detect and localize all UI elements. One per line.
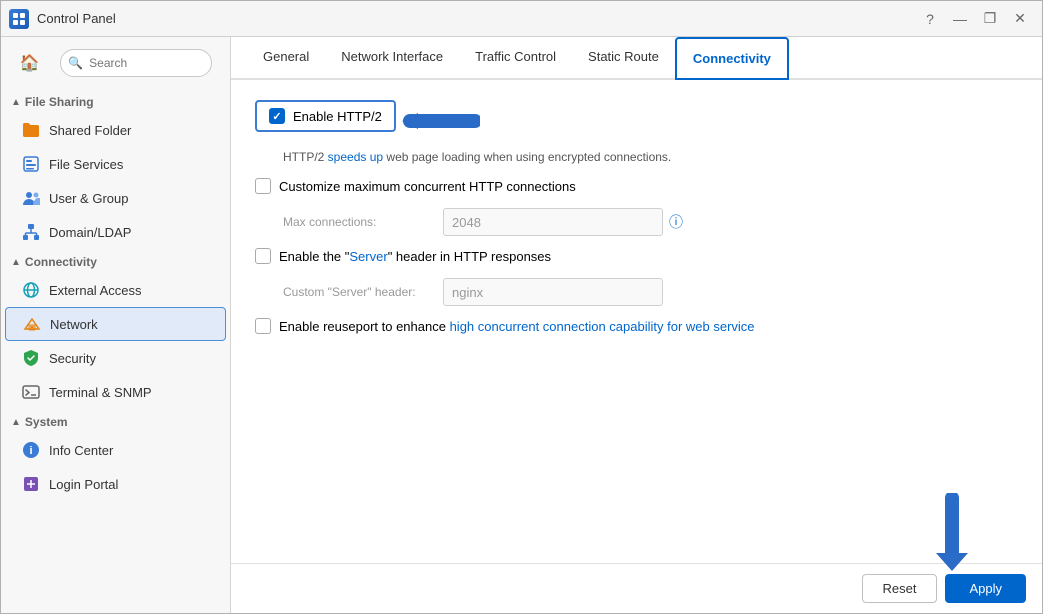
tab-static-route[interactable]: Static Route — [572, 37, 675, 80]
sidebar-item-label: Shared Folder — [49, 123, 131, 138]
server-header-text: Enable the "Server" header in HTTP respo… — [279, 249, 551, 264]
app-icon — [9, 9, 29, 29]
http2-checkbox[interactable] — [269, 108, 285, 124]
footer-container: Reset Apply — [231, 563, 1042, 613]
tab-traffic-control[interactable]: Traffic Control — [459, 37, 572, 80]
tab-bar: General Network Interface Traffic Contro… — [231, 37, 1042, 80]
connectivity-section-header[interactable]: ▲ Connectivity — [1, 249, 230, 273]
sidebar-item-label: Network — [50, 317, 98, 332]
chevron-down-icon: ▲ — [11, 417, 21, 428]
network-icon — [22, 314, 42, 334]
reset-button[interactable]: Reset — [862, 574, 938, 603]
custom-server-label: Custom "Server" header: — [283, 285, 443, 299]
reuseport-label[interactable]: Enable reuseport to enhance high concurr… — [255, 318, 755, 334]
system-label: System — [25, 415, 68, 429]
login-icon — [21, 474, 41, 494]
tab-network-interface[interactable]: Network Interface — [325, 37, 459, 80]
sidebar-item-label: User & Group — [49, 191, 128, 206]
shield-icon — [21, 348, 41, 368]
sidebar-top-row: 🏠 🔍 — [1, 37, 230, 89]
maximize-button[interactable]: ❐ — [976, 7, 1004, 31]
sidebar-item-label: Terminal & SNMP — [49, 385, 152, 400]
reuseport-row: Enable reuseport to enhance high concurr… — [255, 318, 1018, 334]
max-connections-row: Max connections: ⓘ — [255, 208, 1018, 236]
chevron-down-icon: ▲ — [11, 257, 21, 268]
svg-text:i: i — [29, 445, 32, 457]
http2-label: Enable HTTP/2 — [293, 109, 382, 124]
custom-server-input[interactable] — [443, 278, 663, 306]
footer: Reset Apply — [231, 563, 1042, 613]
sidebar-item-label: Info Center — [49, 443, 113, 458]
file-sharing-label: File Sharing — [25, 95, 94, 109]
apply-button[interactable]: Apply — [945, 574, 1026, 603]
max-connections-label: Max connections: — [283, 215, 443, 229]
server-header-row: Enable the "Server" header in HTTP respo… — [255, 248, 1018, 264]
search-box: 🔍 — [60, 49, 212, 77]
info-icon[interactable]: ⓘ — [669, 212, 683, 232]
tab-connectivity[interactable]: Connectivity — [675, 37, 789, 80]
reuseport-checkbox[interactable] — [255, 318, 271, 334]
max-connections-input[interactable] — [443, 208, 663, 236]
content-area: Enable HTTP/2 HTTP/ — [231, 80, 1042, 563]
sidebar-item-label: Login Portal — [49, 477, 118, 492]
sidebar-item-label: Security — [49, 351, 96, 366]
file-sharing-section-header[interactable]: ▲ File Sharing — [1, 89, 230, 113]
sidebar: 🏠 🔍 ▲ File Sharing Shared Folder — [1, 37, 231, 613]
sidebar-item-login-portal[interactable]: Login Portal — [1, 467, 230, 501]
sidebar-item-label: Domain/LDAP — [49, 225, 131, 240]
main-window: Control Panel ? — ❐ ✕ 🏠 🔍 ▲ File Sharing — [0, 0, 1043, 614]
main-content: 🏠 🔍 ▲ File Sharing Shared Folder — [1, 37, 1042, 613]
right-panel: General Network Interface Traffic Contro… — [231, 37, 1042, 613]
users-icon — [21, 188, 41, 208]
server-header-label[interactable]: Enable the "Server" header in HTTP respo… — [255, 248, 551, 264]
minimize-button[interactable]: — — [946, 7, 974, 31]
custom-server-row: Custom "Server" header: — [255, 278, 1018, 306]
sidebar-item-shared-folder[interactable]: Shared Folder — [1, 113, 230, 147]
terminal-icon — [21, 382, 41, 402]
system-section-header[interactable]: ▲ System — [1, 409, 230, 433]
folder-icon — [21, 120, 41, 140]
customize-http-label[interactable]: Customize maximum concurrent HTTP connec… — [255, 178, 576, 194]
customize-http-checkbox[interactable] — [255, 178, 271, 194]
server-header-checkbox[interactable] — [255, 248, 271, 264]
highlight-speeds-up: speeds up — [328, 150, 383, 164]
sidebar-item-external-access[interactable]: External Access — [1, 273, 230, 307]
sidebar-item-info-center[interactable]: i Info Center — [1, 433, 230, 467]
sidebar-item-label: External Access — [49, 283, 142, 298]
enable-http2-checkbox-container[interactable]: Enable HTTP/2 — [255, 100, 396, 132]
home-button[interactable]: 🏠 — [17, 47, 42, 79]
search-icon: 🔍 — [68, 56, 83, 70]
domain-icon — [21, 222, 41, 242]
reuseport-text: Enable reuseport to enhance high concurr… — [279, 319, 755, 334]
sidebar-item-file-services[interactable]: File Services — [1, 147, 230, 181]
sidebar-item-terminal-snmp[interactable]: Terminal & SNMP — [1, 375, 230, 409]
sidebar-item-label: File Services — [49, 157, 123, 172]
sidebar-item-user-group[interactable]: User & Group — [1, 181, 230, 215]
window-title: Control Panel — [37, 11, 916, 26]
globe-icon — [21, 280, 41, 300]
sidebar-item-network[interactable]: Network — [5, 307, 226, 341]
file-services-icon — [21, 154, 41, 174]
chevron-down-icon: ▲ — [11, 97, 21, 108]
http2-description: HTTP/2 speeds up web page loading when u… — [255, 150, 1018, 164]
sidebar-item-domain-ldap[interactable]: Domain/LDAP — [1, 215, 230, 249]
http2-row: Enable HTTP/2 — [255, 100, 1018, 142]
help-button[interactable]: ? — [916, 7, 944, 31]
http2-arrow-annotation — [400, 103, 480, 139]
tab-general[interactable]: General — [247, 37, 325, 80]
sidebar-item-security[interactable]: Security — [1, 341, 230, 375]
info-icon: i — [21, 440, 41, 460]
close-button[interactable]: ✕ — [1006, 7, 1034, 31]
connectivity-label: Connectivity — [25, 255, 97, 269]
titlebar: Control Panel ? — ❐ ✕ — [1, 1, 1042, 37]
window-controls: ? — ❐ ✕ — [916, 7, 1034, 31]
customize-http-text: Customize maximum concurrent HTTP connec… — [279, 179, 576, 194]
customize-http-row: Customize maximum concurrent HTTP connec… — [255, 178, 1018, 194]
